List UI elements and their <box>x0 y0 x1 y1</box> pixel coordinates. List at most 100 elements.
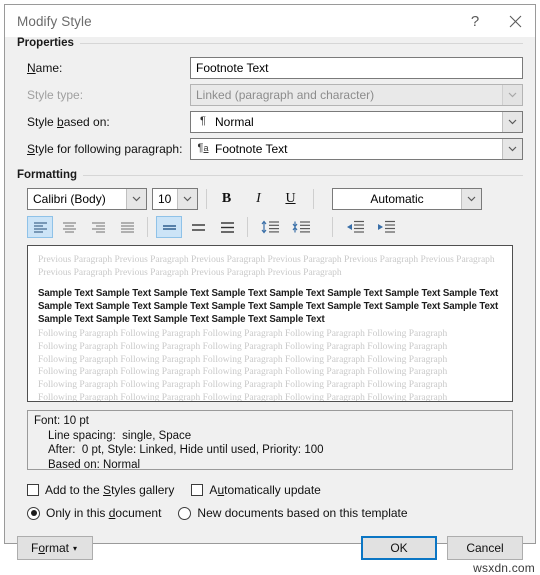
font-size-dropdown-arrow[interactable] <box>177 189 197 209</box>
style-type-dropdown: Linked (paragraph and character) <box>190 83 523 106</box>
description-line-3: After: 0 pt, Style: Linked, Hide until u… <box>48 444 324 456</box>
toolbar-divider <box>332 217 333 237</box>
pilcrow-icon: ¶ <box>200 115 206 127</box>
style-following-field-wrap: ¶a Footnote Text <box>190 137 523 160</box>
align-justify-icon <box>120 221 134 233</box>
style-based-on-dropdown-arrow[interactable] <box>502 111 522 132</box>
title-bar: Modify Style ? <box>5 5 535 37</box>
font-size-dropdown[interactable]: 10 <box>152 188 198 210</box>
preview-sample-text: Sample Text Sample Text Sample Text Samp… <box>38 288 499 325</box>
line-spacing-double-button[interactable] <box>214 216 240 238</box>
only-in-this-document-radio[interactable] <box>27 506 40 520</box>
align-right-icon <box>91 221 105 233</box>
font-color-dropdown-arrow[interactable] <box>461 189 481 209</box>
increase-paragraph-spacing-button[interactable] <box>287 216 315 238</box>
style-following-label: Style for following paragraph: <box>27 141 183 156</box>
decrease-indent-icon <box>346 220 364 233</box>
chevron-down-icon <box>508 119 517 124</box>
description-line-1: Font: 10 pt <box>34 415 89 427</box>
align-right-button[interactable] <box>85 216 111 238</box>
watermark: wsxdn.com <box>473 561 535 575</box>
formatting-toolbar-row2 <box>17 216 523 238</box>
style-type-label: Style type: <box>27 87 84 102</box>
style-following-value-wrap: ¶a Footnote Text <box>191 142 502 156</box>
name-field-wrap: Footnote Text <box>190 56 523 79</box>
decrease-indent-button[interactable] <box>341 216 369 238</box>
automatically-update-label[interactable]: Automatically update <box>209 483 320 497</box>
style-type-field-wrap: Linked (paragraph and character) <box>190 83 523 106</box>
style-following-dropdown-arrow[interactable] <box>502 138 522 159</box>
font-family-dropdown[interactable]: Calibri (Body) <box>27 188 147 210</box>
font-family-value: Calibri (Body) <box>33 192 106 206</box>
new-documents-radio[interactable] <box>178 506 192 520</box>
font-color-dropdown[interactable]: Automatic <box>332 188 482 210</box>
chevron-down-icon <box>508 146 517 151</box>
spacing-after-icon <box>292 221 310 233</box>
underline-button[interactable]: U <box>279 188 302 210</box>
font-color-value: Automatic <box>370 192 424 206</box>
increase-indent-icon <box>377 220 395 233</box>
style-preview-pane: Previous Paragraph Previous Paragraph Pr… <box>27 245 513 402</box>
group-rule <box>79 42 523 44</box>
toolbar-divider <box>313 189 314 209</box>
decrease-paragraph-spacing-button[interactable] <box>256 216 284 238</box>
chevron-down-icon <box>132 196 141 202</box>
properties-group-title: Properties <box>17 37 74 49</box>
description-line-4: Based on: Normal <box>48 458 141 470</box>
preview-following-paragraphs: Following Paragraph Following Paragraph … <box>38 328 502 401</box>
style-options: Add to the Styles gallery Automatically … <box>27 480 513 523</box>
align-center-button[interactable] <box>56 216 82 238</box>
align-justify-button[interactable] <box>114 216 140 238</box>
help-button[interactable]: ? <box>455 6 495 36</box>
toolbar-divider <box>206 189 207 209</box>
font-family-dropdown-arrow[interactable] <box>126 189 146 209</box>
name-input[interactable]: Footnote Text <box>190 56 523 79</box>
style-following-value: Footnote Text <box>215 141 288 156</box>
align-center-icon <box>62 221 76 233</box>
automatically-update-checkbox[interactable] <box>191 484 204 496</box>
modify-style-dialog: Modify Style ? Properties Name: Footnote… <box>4 4 536 575</box>
bold-button[interactable]: B <box>215 188 238 210</box>
line-spacing-1-5-button[interactable] <box>185 216 211 238</box>
add-to-styles-gallery-checkbox[interactable] <box>27 484 39 496</box>
align-left-button[interactable] <box>27 216 53 238</box>
chevron-down-icon <box>508 92 517 97</box>
question-mark-icon: ? <box>470 12 480 30</box>
style-type-dropdown-arrow <box>502 84 522 105</box>
formatting-toolbar-row1: Calibri (Body) 10 B I U Automatic <box>17 188 523 210</box>
line-spacing-single-button[interactable] <box>156 216 182 238</box>
preview-following-line: Following Paragraph Following Paragraph … <box>38 367 448 378</box>
style-based-on-value-wrap: ¶ Normal <box>191 115 502 129</box>
italic-button[interactable]: I <box>247 188 270 210</box>
dialog-title: Modify Style <box>17 13 92 29</box>
description-line-2: Line spacing: single, Space <box>48 429 192 442</box>
add-to-styles-gallery-label[interactable]: Add to the Styles gallery <box>45 483 174 497</box>
style-based-on-row: Style based on: ¶ Normal <box>17 110 523 133</box>
formatting-group-label: Formatting <box>17 169 523 181</box>
name-label: Name: <box>27 60 63 75</box>
properties-fields: Name: Footnote Text Style type: Linked (… <box>17 56 523 160</box>
align-left-icon <box>33 221 47 233</box>
preview-following-line: Following Paragraph Following Paragraph … <box>38 341 448 352</box>
formatting-group-title: Formatting <box>17 169 78 181</box>
chevron-down-icon <box>467 196 476 202</box>
increase-indent-button[interactable] <box>372 216 400 238</box>
preview-following-line: Following Paragraph Following Paragraph … <box>38 354 448 365</box>
style-type-value: Linked (paragraph and character) <box>196 87 375 102</box>
preview-following-line: Following Paragraph Following Paragraph … <box>38 380 448 391</box>
group-rule <box>83 174 523 176</box>
chevron-down-icon <box>183 196 192 202</box>
name-row: Name: Footnote Text <box>17 56 523 79</box>
font-size-value: 10 <box>158 192 172 206</box>
style-description: Font: 10 pt Line spacing: single, Space … <box>27 410 513 470</box>
radio-row: Only in this document New documents base… <box>27 503 513 523</box>
style-following-dropdown[interactable]: ¶a Footnote Text <box>190 137 523 160</box>
style-based-on-dropdown[interactable]: ¶ Normal <box>190 110 523 133</box>
only-in-this-document-label[interactable]: Only in this document <box>46 506 161 520</box>
checkbox-row: Add to the Styles gallery Automatically … <box>27 480 513 500</box>
new-documents-label[interactable]: New documents based on this template <box>197 506 407 520</box>
spacing-before-icon <box>261 220 279 234</box>
properties-group-label: Properties <box>17 37 523 49</box>
close-button[interactable] <box>495 6 535 36</box>
style-based-on-label: Style based on: <box>27 114 110 129</box>
